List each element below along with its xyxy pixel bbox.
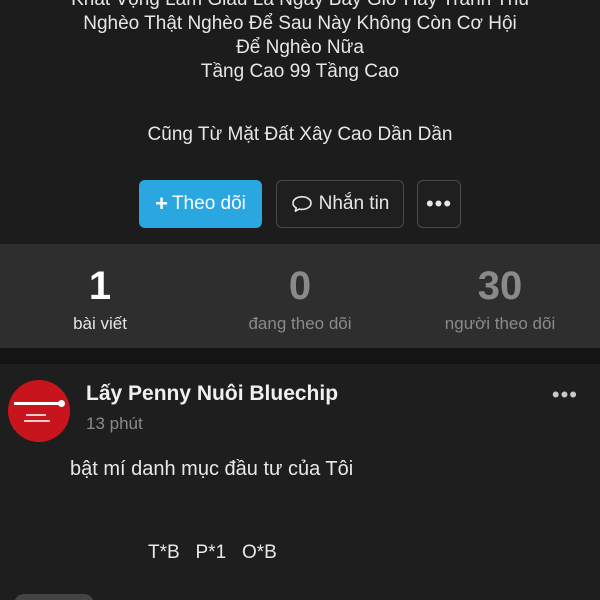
post-tickers: T*B P*1 O*B (148, 542, 277, 563)
bio-line-2: Nghèo Thật Nghèo Để Sau Này Không Còn Cơ… (83, 13, 517, 34)
stat-followers-label: người theo dõi (444, 314, 556, 333)
plus-icon: + (155, 191, 168, 216)
post-more-button[interactable]: ••• (552, 382, 578, 408)
stat-following-label: đang theo dõi (248, 314, 352, 333)
section-divider (0, 348, 600, 364)
stat-following[interactable]: 0 đang theo dõi (200, 244, 400, 334)
stat-followers[interactable]: 30 người theo dõi (400, 244, 600, 334)
post-author[interactable]: Lấy Penny Nuôi Bluechip (86, 382, 338, 406)
message-button-label: Nhắn tin (318, 193, 390, 214)
profile-bio: Khát Vọng Làm Giàu Là Ngày Bây Giờ Hãy T… (0, 0, 600, 84)
avatar[interactable] (8, 380, 70, 442)
more-dots-icon: ••• (425, 191, 453, 216)
stat-posts-count: 1 (88, 264, 112, 308)
post-text: bật mí danh mục đầu tư của Tôi (70, 458, 354, 480)
profile-stats: 1 bài viết 0 đang theo dõi 30 người theo… (0, 244, 600, 348)
profile-motto: Cũng Từ Mặt Đất Xây Cao Dần Dần (147, 124, 453, 145)
avatar-logo-line (26, 414, 46, 416)
stat-followers-count: 30 (477, 264, 523, 308)
stat-posts-label: bài viết (73, 314, 127, 333)
stat-posts[interactable]: 1 bài viết (0, 244, 200, 334)
profile-page: Khát Vọng Làm Giàu Là Ngày Bây Giờ Hãy T… (0, 0, 600, 600)
post-card: Lấy Penny Nuôi Bluechip 13 phút ••• bật … (0, 364, 600, 600)
message-button[interactable]: Nhắn tin (276, 180, 404, 228)
follow-button-label: Theo dõi (171, 193, 246, 214)
stat-following-count: 0 (288, 264, 312, 308)
avatar-logo-band (14, 402, 64, 405)
bio-line-1: Khát Vọng Làm Giàu Là Ngày Bây Giờ Hãy T… (0, 0, 600, 12)
reaction-pill[interactable] (14, 594, 94, 600)
profile-actions: + Theo dõi Nhắn tin ••• (0, 180, 600, 228)
bio-line-4: Tầng Cao 99 Tầng Cao (200, 61, 400, 82)
avatar-logo-line (24, 420, 50, 422)
bio-line-3: Để Nghèo Nữa (236, 37, 364, 58)
follow-button[interactable]: + Theo dõi (139, 180, 262, 228)
post-timestamp: 13 phút (86, 414, 143, 433)
chat-bubble-icon (291, 195, 312, 213)
more-options-button[interactable]: ••• (417, 180, 461, 228)
avatar-logo-dot (58, 400, 65, 407)
